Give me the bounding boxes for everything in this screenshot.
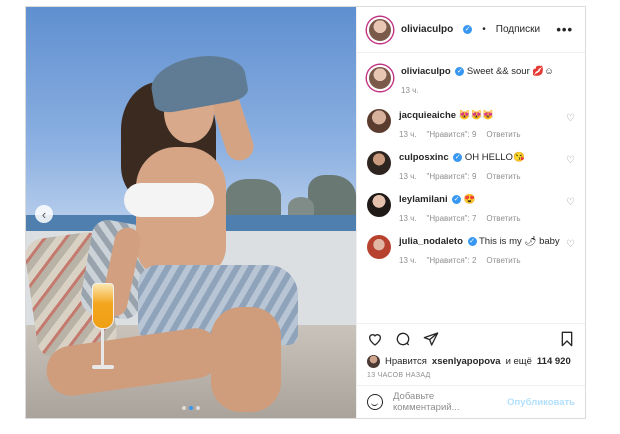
comment-time: 13 ч. xyxy=(399,256,417,265)
post-header: oliviaculpo ✓ • Подписки ••• xyxy=(357,7,585,53)
comments-list[interactable]: oliviaculpo ✓ Sweet && sour 💋☺ 13 ч. jac… xyxy=(357,53,585,323)
comment-likes[interactable]: "Нравится": 2 xyxy=(427,254,477,267)
verified-icon: ✓ xyxy=(453,152,463,162)
liker-username[interactable]: xsenlyapopova xyxy=(432,356,501,367)
comment-time: 13 ч. xyxy=(399,214,417,223)
author-avatar[interactable] xyxy=(367,16,393,43)
likes-prefix: Нравится xyxy=(385,356,427,367)
post-timestamp[interactable]: 13 ЧАСОВ НАЗАД xyxy=(357,368,585,385)
comment-reply-button[interactable]: Ответить xyxy=(486,128,520,141)
comment-icon[interactable] xyxy=(395,331,411,347)
heart-icon[interactable]: ♡ xyxy=(566,155,575,166)
likes-count[interactable]: 114 920 xyxy=(537,356,571,367)
comment-input[interactable]: Добавьте комментарий... xyxy=(393,391,497,413)
comment-avatar[interactable] xyxy=(367,193,391,217)
comment-time: 13 ч. xyxy=(399,172,417,181)
instagram-post: ‹ oliviaculpo ✓ • Подписки ••• oliviacul… xyxy=(25,6,586,419)
header-separator: • xyxy=(482,24,486,35)
heart-icon[interactable]: ♡ xyxy=(566,113,575,124)
carousel-dot xyxy=(182,406,186,410)
comment-avatar[interactable] xyxy=(367,109,391,133)
add-comment-bar: Добавьте комментарий... Опубликовать xyxy=(357,385,585,418)
comment-reply-button[interactable]: Ответить xyxy=(486,254,520,267)
comment-item: culposxinc ✓ OH HELLO😘 13 ч. "Нравится":… xyxy=(367,151,575,183)
author-username[interactable]: oliviaculpo xyxy=(401,24,453,35)
action-bar xyxy=(357,323,585,353)
emoji-icon[interactable] xyxy=(367,394,383,410)
comment-username[interactable]: leylamilani xyxy=(399,194,448,205)
carousel-dots xyxy=(26,406,356,410)
follow-button[interactable]: Подписки xyxy=(496,24,540,35)
verified-icon: ✓ xyxy=(467,236,477,246)
caption-text: Sweet && sour 💋☺ xyxy=(466,66,554,77)
comment-item: leylamilani ✓ 😍 13 ч. "Нравится": 7 Отве… xyxy=(367,193,575,225)
post-photo[interactable]: ‹ xyxy=(26,7,356,418)
comment-username[interactable]: julia_nodaleto xyxy=(399,236,463,247)
caption-time: 13 ч. xyxy=(401,86,419,95)
comment-reply-button[interactable]: Ответить xyxy=(486,212,520,225)
comment-text: OH HELLO😘 xyxy=(464,152,525,163)
comment-reply-button[interactable]: Ответить xyxy=(486,170,520,183)
verified-icon: ✓ xyxy=(452,194,462,204)
verified-icon: ✓ xyxy=(463,25,473,34)
chevron-left-icon: ‹ xyxy=(41,206,47,222)
caption-avatar[interactable] xyxy=(367,65,393,91)
caption: oliviaculpo ✓ Sweet && sour 💋☺ 13 ч. xyxy=(367,65,575,97)
carousel-dot-active xyxy=(189,406,193,410)
heart-icon[interactable]: ♡ xyxy=(566,239,575,250)
likes-middle: и ещё xyxy=(505,356,532,367)
comment-likes[interactable]: "Нравится": 9 xyxy=(427,170,477,183)
comment-username[interactable]: jacquieaiche xyxy=(399,110,456,121)
comment-avatar[interactable] xyxy=(367,151,391,175)
heart-icon[interactable] xyxy=(367,331,383,347)
likes-line: Нравится xsenlyapopova и ещё 114 920 xyxy=(357,353,585,368)
comment-likes[interactable]: "Нравится": 7 xyxy=(427,212,477,225)
caption-username[interactable]: oliviaculpo xyxy=(401,66,451,77)
comment-text: 😍 xyxy=(463,194,476,205)
comment-time: 13 ч. xyxy=(399,130,417,139)
carousel-prev-button[interactable]: ‹ xyxy=(35,205,53,223)
heart-icon[interactable]: ♡ xyxy=(566,197,575,208)
liker-avatar[interactable] xyxy=(367,355,380,368)
verified-icon: ✓ xyxy=(455,66,465,76)
comment-text: This is my 🌶 baby xyxy=(478,236,560,247)
comment-username[interactable]: culposxinc xyxy=(399,152,449,163)
share-icon[interactable] xyxy=(423,331,439,347)
publish-button[interactable]: Опубликовать xyxy=(507,397,575,408)
comment-text: 😻😻😻 xyxy=(458,110,495,121)
bookmark-icon[interactable] xyxy=(559,331,575,347)
post-side-panel: oliviaculpo ✓ • Подписки ••• oliviaculpo… xyxy=(356,7,585,418)
carousel-dot xyxy=(196,406,200,410)
more-options-icon[interactable]: ••• xyxy=(556,22,573,37)
comment-item: julia_nodaleto ✓ This is my 🌶 baby 13 ч.… xyxy=(367,235,575,267)
photo-subject xyxy=(26,7,356,418)
comment-likes[interactable]: "Нравится": 9 xyxy=(427,128,477,141)
comment-avatar[interactable] xyxy=(367,235,391,259)
comment-item: jacquieaiche 😻😻😻 13 ч. "Нравится": 9 Отв… xyxy=(367,109,575,141)
